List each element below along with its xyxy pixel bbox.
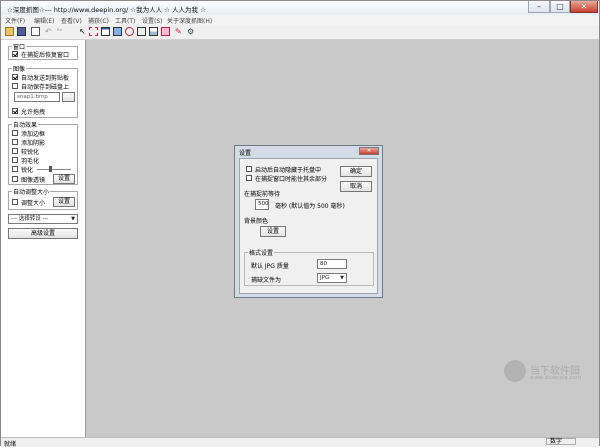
chevron-down-icon: ▼ — [340, 275, 344, 281]
allow-drag-checkbox[interactable] — [12, 108, 18, 114]
effect-checkbox[interactable] — [12, 157, 18, 163]
dialog-close-button[interactable]: ✕ — [359, 147, 379, 155]
capture-fixed-icon[interactable] — [161, 27, 170, 36]
toolbar: ↶ ᴿᵉ ↖ ✎ ⚙ — [1, 25, 599, 40]
menu-view[interactable]: 查看(V) — [61, 16, 82, 25]
filename-field[interactable]: snap1.bmp — [14, 92, 60, 102]
resize-checkbox[interactable] — [12, 199, 18, 205]
copy-icon[interactable] — [31, 27, 40, 36]
auto-clipboard-label: 自动发送到剪贴板 — [21, 75, 70, 82]
effect-label: 添加边框 — [21, 131, 46, 138]
effect-checkbox[interactable] — [12, 166, 18, 172]
resize-group: 自动调整大小 调整大小 设置 — [8, 187, 78, 210]
auto-save-label: 自动保存到磁盘上 — [21, 84, 70, 91]
default-type-label: 捕缺文件为 — [251, 277, 282, 284]
effect-checkbox[interactable] — [12, 139, 18, 145]
hide-rest-label: 在捕捉窗口时能住其余部分 — [255, 176, 328, 183]
capture-cursor-icon[interactable]: ↖ — [79, 27, 88, 36]
background-color-label: 背景颜色 — [244, 218, 269, 225]
window-group: 窗口 在捕捉后恢复窗口 — [8, 42, 78, 60]
menu-settings[interactable]: 设置(S) — [142, 16, 163, 25]
effect-label: 羽毛化 — [21, 158, 40, 165]
dialog-body: 启动后自动隐藏于托盘中 在捕捉窗口时能住其余部分 确定 取消 在捕捉前等待 50… — [239, 158, 378, 294]
image-group: 图像 自动发送到剪贴板 自动保存到磁盘上 snap1.bmp 允许拖拽 — [8, 64, 78, 118]
transparency-settings-button[interactable]: 设置 — [53, 174, 75, 184]
effect-label: 较锐化 — [21, 149, 40, 156]
save-icon[interactable] — [17, 27, 26, 36]
restore-window-checkbox[interactable] — [12, 51, 18, 57]
default-type-value: JPG — [320, 275, 330, 281]
format-group: 格式设置 默认 JPG 质量 80 捕缺文件为 JPG ▼ — [244, 248, 374, 286]
numlock-indicator: 数字 — [546, 438, 576, 445]
watermark-logo-icon — [504, 360, 526, 382]
resize-label: 调整大小 — [21, 200, 46, 207]
hide-rest-checkbox[interactable] — [246, 175, 252, 181]
resize-group-title: 自动调整大小 — [12, 187, 51, 196]
effects-group: 自动效果 添加边框 添加阴影 较锐化 羽毛化 锐化 图像透镜 设置 — [8, 120, 78, 185]
sharpen-slider-handle[interactable] — [49, 166, 52, 172]
redo-icon[interactable]: ᴿᵉ — [57, 27, 66, 36]
capture-hand-icon[interactable]: ✎ — [175, 27, 184, 36]
capture-menu-icon[interactable] — [149, 27, 158, 36]
browse-button[interactable] — [62, 92, 75, 102]
preset-select[interactable]: --- 选择转设 --- ▼ — [8, 214, 78, 224]
close-button[interactable]: ✕ — [570, 1, 598, 13]
resize-settings-button[interactable]: 设置 — [53, 197, 75, 207]
wait-field[interactable]: 500 — [255, 199, 269, 210]
menu-about[interactable]: 关于深度抓图(H) — [167, 16, 212, 25]
menu-capture[interactable]: 捕获(C) — [88, 16, 109, 25]
capture-fullscreen-icon[interactable] — [113, 27, 122, 36]
menu-file[interactable]: 文件(F) — [5, 16, 25, 25]
allow-drag-label: 允许拖拽 — [21, 109, 46, 116]
maximize-button[interactable]: □ — [550, 1, 570, 13]
effect-label: 锐化 — [21, 167, 34, 174]
auto-clipboard-checkbox[interactable] — [12, 74, 18, 80]
ok-button[interactable]: 确定 — [340, 166, 372, 177]
window-title: ☆深度抓图☆--- http://www.deepin.org/ ☆我为人人 ☆… — [7, 6, 206, 14]
effect-label: 添加阴影 — [21, 140, 46, 147]
capture-window-icon[interactable] — [101, 27, 110, 36]
advanced-settings-button[interactable]: 高级设置 — [8, 228, 78, 239]
transparency-label: 图像透镜 — [21, 177, 46, 184]
jpg-quality-field[interactable]: 80 — [317, 259, 347, 269]
open-icon[interactable] — [5, 27, 14, 36]
wait-unit-label: 毫秒 (默认值为 500 毫秒) — [275, 203, 345, 210]
menu-edit[interactable]: 编辑(E) — [34, 16, 54, 25]
preset-select-value: --- 选择转设 --- — [11, 216, 49, 222]
capture-region-icon[interactable] — [89, 27, 98, 36]
undo-icon[interactable]: ↶ — [45, 27, 54, 36]
default-type-select[interactable]: JPG ▼ — [317, 273, 347, 283]
watermark-url: www.downxia.com — [530, 375, 582, 381]
background-color-button[interactable]: 设置 — [260, 226, 286, 237]
title-bar: ☆深度抓图☆--- http://www.deepin.org/ ☆我为人人 ☆… — [1, 1, 599, 15]
jpg-quality-label: 默认 JPG 质量 — [251, 263, 289, 270]
capture-object-icon[interactable] — [125, 27, 134, 36]
chevron-down-icon: ▼ — [71, 216, 75, 222]
restore-window-label: 在捕捉后恢复窗口 — [21, 52, 70, 59]
status-text: 就绪 — [4, 441, 17, 448]
menu-tools[interactable]: 工具(T) — [115, 16, 135, 25]
effect-checkbox[interactable] — [12, 130, 18, 136]
cancel-button[interactable]: 取消 — [340, 181, 372, 192]
effects-group-title: 自动效果 — [12, 120, 39, 129]
wait-label: 在捕捉前等待 — [244, 191, 281, 198]
format-group-title: 格式设置 — [248, 248, 275, 257]
dialog-title: 设置 — [239, 150, 252, 157]
settings-dialog: 设置 ✕ 启动后自动隐藏于托盘中 在捕捉窗口时能住其余部分 确定 取消 在捕捉前… — [234, 145, 383, 298]
settings-icon[interactable]: ⚙ — [187, 27, 196, 36]
sharpen-slider[interactable] — [37, 169, 71, 170]
image-group-title: 图像 — [12, 64, 27, 73]
options-sidebar: 窗口 在捕捉后恢复窗口 图像 自动发送到剪贴板 自动保存到磁盘上 snap1.b… — [4, 40, 82, 437]
hide-tray-checkbox[interactable] — [246, 166, 252, 172]
transparency-checkbox[interactable] — [12, 176, 18, 182]
hide-tray-label: 启动后自动隐藏于托盘中 — [255, 167, 322, 174]
effect-checkbox[interactable] — [12, 148, 18, 154]
auto-save-checkbox[interactable] — [12, 83, 18, 89]
minimize-button[interactable]: – — [528, 1, 550, 13]
capture-scroll-icon[interactable] — [137, 27, 146, 36]
